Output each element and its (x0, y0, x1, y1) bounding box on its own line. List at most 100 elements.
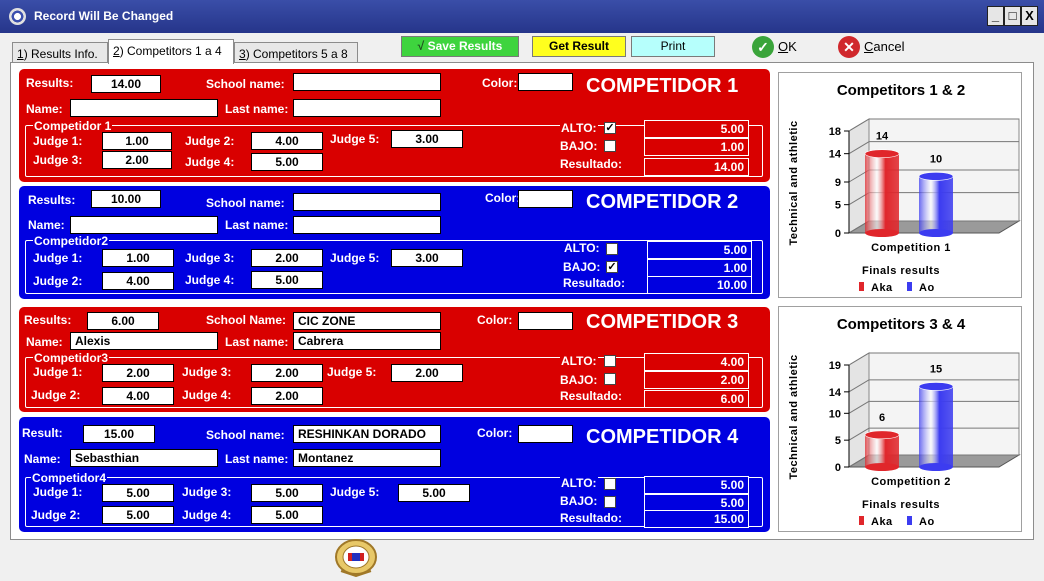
last-name-field[interactable] (293, 99, 441, 117)
bajo-checkbox[interactable] (604, 496, 616, 508)
judge-3-field[interactable]: 5.00 (251, 484, 323, 502)
color-field[interactable] (518, 190, 573, 208)
tab-results-info[interactable]: 1) Results Info. (12, 42, 108, 64)
bar-data-label: 10 (930, 153, 942, 165)
judge-3-label: Judge 3: (185, 251, 235, 265)
results-field[interactable]: 10.00 (91, 190, 161, 208)
bajo-field[interactable]: 2.00 (644, 371, 749, 389)
bajo-field[interactable]: 1.00 (647, 259, 752, 277)
school-name-label: School Name: (206, 313, 287, 327)
alto-checkbox[interactable] (606, 243, 618, 255)
resultado-field[interactable]: 10.00 (647, 276, 752, 294)
y-tick-label: 5 (835, 200, 841, 212)
bajo-field[interactable]: 1.00 (644, 138, 749, 156)
y-tick-label: 0 (835, 462, 841, 474)
alto-checkbox[interactable] (604, 478, 616, 490)
legend-swatch (859, 282, 864, 291)
color-field[interactable] (518, 312, 573, 330)
save-results-button[interactable]: √ Save Results (401, 36, 519, 57)
color-field[interactable] (518, 425, 573, 443)
judge-2-field[interactable]: 4.00 (251, 132, 323, 150)
judge-3-field[interactable]: 2.00 (251, 364, 323, 382)
judge-1-field[interactable]: 1.00 (102, 249, 174, 267)
judge-4-label: Judge 4: (182, 388, 232, 402)
judge-5-field[interactable]: 5.00 (398, 484, 470, 502)
judge-4-field[interactable]: 5.00 (251, 153, 323, 171)
maximize-button[interactable]: □ (1004, 6, 1021, 26)
bar-data-label: 6 (879, 412, 885, 424)
judge-3-field[interactable]: 2.00 (102, 151, 172, 169)
alto-field[interactable]: 5.00 (644, 476, 749, 494)
judge-2-field[interactable]: 4.00 (102, 272, 174, 290)
alto-label: ALTO: (560, 476, 598, 490)
alto-field[interactable]: 5.00 (644, 120, 749, 138)
bar-top (864, 430, 900, 440)
bar-data-label: 15 (930, 363, 942, 375)
school-name-field[interactable] (293, 73, 441, 91)
color-label: Color: (477, 426, 513, 440)
bajo-checkbox[interactable] (604, 140, 616, 152)
alto-checkbox[interactable] (604, 355, 616, 367)
checkmark-icon: √ (417, 39, 425, 53)
school-name-field[interactable]: CIC ZONE (293, 312, 441, 330)
judge-2-field[interactable]: 4.00 (102, 387, 174, 405)
bar-base (919, 229, 953, 237)
judge-1-field[interactable]: 1.00 (102, 132, 172, 150)
ok-button[interactable]: ✓ OK (752, 36, 797, 58)
judge-2-label: Judge 2: (31, 388, 81, 402)
tab-competitors-5-8[interactable]: 3) Competitors 5 a 8 (234, 42, 358, 64)
name-field[interactable] (70, 216, 218, 234)
get-result-button[interactable]: Get Result (532, 36, 626, 57)
bajo-checkbox[interactable] (604, 373, 616, 385)
y-tick-label: 14 (829, 149, 842, 161)
ok-label: K (788, 39, 797, 54)
cancel-button[interactable]: ✕ Cancel (838, 36, 904, 58)
bar-data-label: 14 (876, 131, 889, 143)
results-field[interactable]: 14.00 (91, 75, 161, 93)
tab-competitors-1-4[interactable]: 2) Competitors 1 a 4 (108, 39, 234, 64)
alto-checkbox[interactable]: ✓ (604, 122, 616, 134)
name-label: Name: (26, 335, 63, 349)
alto-field[interactable]: 5.00 (647, 241, 752, 259)
bajo-checkbox[interactable]: ✓ (606, 261, 618, 273)
results-label: Results: (28, 193, 76, 207)
name-field[interactable]: Sebasthian (70, 449, 218, 467)
judge-2-field[interactable]: 5.00 (102, 506, 174, 524)
resultado-field[interactable]: 6.00 (644, 390, 749, 408)
name-field[interactable] (70, 99, 218, 117)
judge-5-field[interactable]: 3.00 (391, 130, 463, 148)
tab-hotkey: 3 (239, 47, 246, 61)
minimize-button[interactable]: _ (987, 6, 1004, 26)
name-label: Name: (28, 218, 65, 232)
results-field[interactable]: 6.00 (87, 312, 159, 330)
results-field[interactable]: 15.00 (83, 425, 155, 443)
judge-1-field[interactable]: 5.00 (102, 484, 174, 502)
close-button[interactable]: X (1021, 6, 1038, 26)
resultado-field[interactable]: 15.00 (644, 510, 749, 528)
results-label: Results: (24, 313, 72, 327)
last-name-label: Last name: (225, 102, 289, 116)
last-name-field[interactable]: Cabrera (293, 332, 441, 350)
school-name-field[interactable] (293, 193, 441, 211)
color-field[interactable] (518, 73, 573, 91)
judge-4-field[interactable]: 5.00 (251, 506, 323, 524)
karate-emblem-logo (335, 539, 377, 577)
judge-1-field[interactable]: 2.00 (102, 364, 174, 382)
judge-3-label: Judge 3: (33, 153, 83, 167)
name-field[interactable]: Alexis (70, 332, 218, 350)
last-name-field[interactable]: Montanez (293, 449, 441, 467)
judge-4-field[interactable]: 5.00 (251, 271, 323, 289)
last-name-field[interactable] (293, 216, 441, 234)
competitor-panel-4: Result: 15.00 School name: RESHINKAN DOR… (19, 417, 770, 532)
judge-5-field[interactable]: 2.00 (391, 364, 463, 382)
resultado-field[interactable]: 14.00 (644, 158, 749, 176)
x-axis-label: Finals results (862, 265, 940, 277)
judge-3-field[interactable]: 2.00 (251, 249, 323, 267)
judge-4-field[interactable]: 2.00 (251, 387, 323, 405)
print-button[interactable]: Print (631, 36, 715, 57)
competitor-panel-2: Results: 10.00 School name: Color: COMPE… (19, 186, 770, 299)
judge-5-field[interactable]: 3.00 (391, 249, 463, 267)
bajo-label: BAJO: (560, 494, 598, 508)
school-name-field[interactable]: RESHINKAN DORADO (293, 425, 441, 443)
alto-field[interactable]: 4.00 (644, 353, 749, 371)
